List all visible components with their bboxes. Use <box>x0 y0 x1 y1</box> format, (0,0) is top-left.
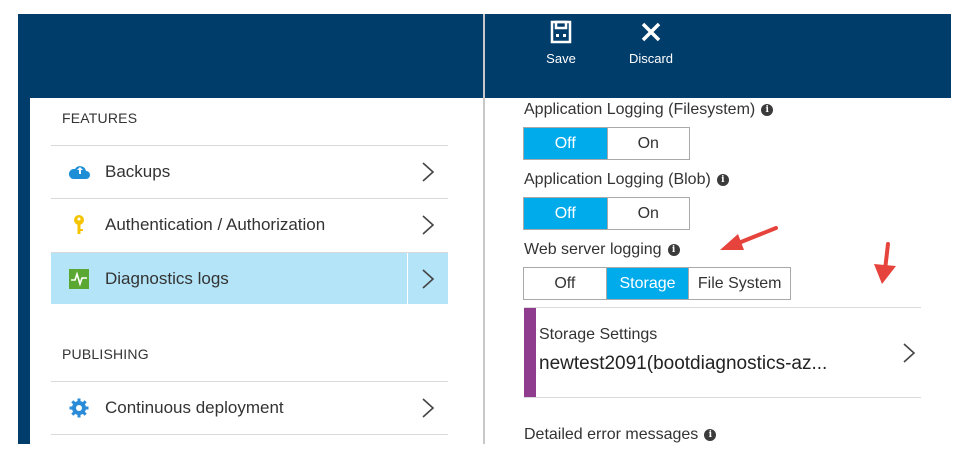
app-logging-filesystem-toggle[interactable]: Off On <box>523 127 690 160</box>
storage-settings-card[interactable]: Storage Settings newtest2091(bootdiagnos… <box>524 307 921 398</box>
toggle-option-on[interactable]: On <box>606 128 689 159</box>
chevron-right-icon <box>408 382 448 434</box>
chevron-right-icon <box>897 338 921 368</box>
left-blade-header <box>18 14 483 98</box>
menu-item-diagnostics-logs[interactable]: Diagnostics logs <box>51 252 448 305</box>
menu-item-authentication[interactable]: Authentication / Authorization <box>51 198 448 250</box>
web-server-logging-label: Web server logging i <box>524 241 680 259</box>
chevron-right-icon <box>408 199 448 251</box>
key-icon <box>67 213 91 237</box>
info-icon[interactable]: i <box>761 104 774 116</box>
toggle-option-storage[interactable]: Storage <box>605 268 689 299</box>
storage-accent-bar <box>524 308 536 397</box>
save-label: Save <box>546 51 576 66</box>
annotation-arrow-icon <box>874 242 896 284</box>
field-label-text: Detailed error messages <box>524 426 699 443</box>
save-icon <box>550 20 572 44</box>
field-label-text: Web server logging <box>524 241 662 258</box>
cloud-backup-icon <box>67 160 91 184</box>
chevron-right-icon <box>408 146 448 198</box>
field-label-text: Application Logging (Blob) <box>524 171 711 188</box>
list-divider <box>51 434 448 435</box>
menu-item-continuous-deployment[interactable]: Continuous deployment <box>51 381 448 433</box>
toggle-option-on[interactable]: On <box>606 198 689 229</box>
info-icon[interactable]: i <box>716 174 729 186</box>
toggle-option-off[interactable]: Off <box>524 198 607 229</box>
menu-item-label: Backups <box>105 161 171 181</box>
menu-item-label: Continuous deployment <box>105 397 284 417</box>
publishing-section-title: PUBLISHING <box>62 346 149 362</box>
gear-icon <box>67 396 91 420</box>
menu-item-label: Authentication / Authorization <box>105 214 326 234</box>
diagnostics-icon <box>67 267 91 291</box>
features-section-title: FEATURES <box>62 110 138 126</box>
detailed-error-messages-label: Detailed error messages i <box>524 426 717 444</box>
app-logging-filesystem-label: Application Logging (Filesystem) i <box>524 101 774 119</box>
toggle-option-off[interactable]: Off <box>524 128 607 159</box>
menu-item-backups[interactable]: Backups <box>51 145 448 197</box>
app-logging-blob-label: Application Logging (Blob) i <box>524 171 729 189</box>
discard-button[interactable]: Discard <box>621 20 681 66</box>
discard-label: Discard <box>628 51 674 66</box>
web-server-logging-toggle[interactable]: Off Storage File System <box>523 267 791 300</box>
storage-settings-title: Storage Settings <box>539 326 658 343</box>
toggle-option-off[interactable]: Off <box>524 268 606 299</box>
storage-settings-value: newtest2091(bootdiagnostics-az... <box>539 353 828 374</box>
toggle-option-file-system[interactable]: File System <box>688 268 790 299</box>
left-blade-border <box>18 98 30 444</box>
info-icon[interactable]: i <box>667 244 680 256</box>
app-logging-blob-toggle[interactable]: Off On <box>523 197 690 230</box>
save-button[interactable]: Save <box>531 20 591 66</box>
annotation-arrow-icon <box>720 226 778 250</box>
menu-item-label: Diagnostics logs <box>105 268 229 288</box>
field-label-text: Application Logging (Filesystem) <box>524 101 756 118</box>
info-icon[interactable]: i <box>704 429 717 441</box>
close-icon <box>641 22 661 42</box>
chevron-right-icon <box>407 252 448 305</box>
